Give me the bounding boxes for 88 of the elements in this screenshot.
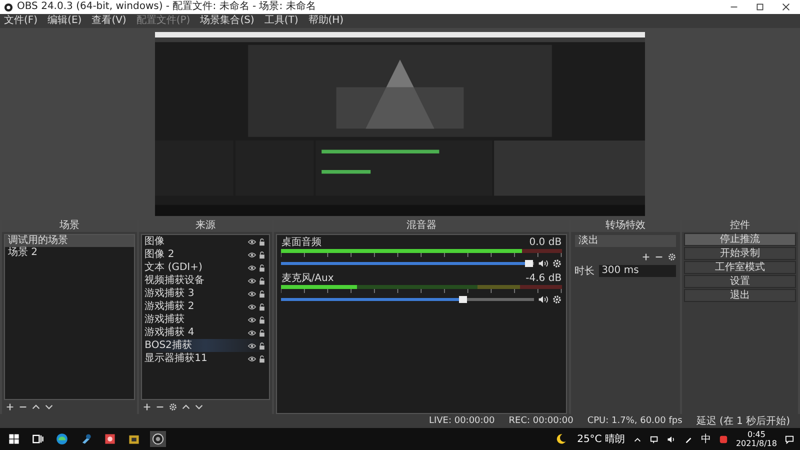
control-button[interactable]: 退出 [684,289,796,302]
duration-field[interactable]: 300 ms [598,265,676,277]
channel-name: 麦克风/Aux [281,273,334,285]
source-item[interactable]: 文本 (GDI+) [144,262,246,274]
lock-icon[interactable] [258,250,266,258]
pen-icon[interactable] [684,434,693,444]
live-timer: LIVE: 00:00:00 [428,416,495,426]
lock-icon[interactable] [258,264,266,272]
source-item[interactable]: 游戏捕获 2 [144,300,246,312]
lock-icon[interactable] [258,354,266,362]
eye-icon[interactable] [248,302,256,310]
move-up-icon[interactable] [32,403,40,411]
speaker-icon[interactable] [538,294,548,304]
channel-name: 桌面音频 [281,237,322,249]
rec-timer: REC: 00:00:00 [508,416,574,426]
settings-icon[interactable] [668,253,676,261]
menu-item[interactable]: 文件(F) [4,15,38,27]
dock-title: 转场特效 [570,220,680,232]
lock-icon[interactable] [258,302,266,310]
volume-slider[interactable] [281,262,534,264]
eye-icon[interactable] [248,354,256,362]
lock-icon[interactable] [258,238,266,246]
menu-item[interactable]: 编辑(E) [48,15,82,27]
control-button[interactable]: 工作室模式 [684,261,796,274]
dock-title: 控件 [682,220,798,232]
settings-icon[interactable] [168,403,177,411]
menu-item[interactable]: 查看(V) [92,15,126,27]
lock-icon[interactable] [258,276,266,284]
eye-icon[interactable] [248,328,256,336]
source-item[interactable]: 游戏捕获 [144,314,246,326]
menu-item[interactable]: 帮助(H) [308,15,344,27]
weather-text: 25°C 晴朗 [577,432,625,446]
browser-icon[interactable] [54,431,70,447]
volume-reading: -4.6 dB [526,273,562,285]
close-icon[interactable] [782,3,790,11]
source-item[interactable]: 图像 [144,236,246,248]
control-button[interactable]: 开始录制 [684,247,796,260]
move-up-icon[interactable] [182,403,190,411]
eye-icon[interactable] [248,316,256,324]
source-item[interactable]: 游戏捕获 3 [144,288,246,300]
dock-title: 场景 [2,220,137,232]
eye-icon[interactable] [248,290,256,298]
input-method[interactable]: 中 [700,432,711,446]
source-item[interactable]: 图像 2 [144,248,246,260]
source-item[interactable]: 视频捕获设备 [144,274,246,286]
transition-dropdown[interactable]: 淡出 [574,235,676,247]
settings-icon[interactable] [552,258,562,268]
delay-status: 延迟 (在 1 秒后开始) [696,414,790,428]
window-title: OBS 24.0.3 (64-bit, windows) - 配置文件: 未命名 - 场景: 未命名 [17,1,316,13]
settings-icon[interactable] [552,294,562,304]
maximize-icon[interactable] [756,3,764,11]
eye-icon[interactable] [248,342,256,350]
add-icon[interactable] [6,403,14,411]
menu-item[interactable]: 工具(T) [264,15,298,27]
add-icon[interactable] [142,403,151,411]
lock-icon[interactable] [258,316,266,324]
speaker-icon[interactable] [666,434,676,444]
volume-slider[interactable] [281,298,534,300]
dock-title: 混音器 [274,220,569,232]
app-icon[interactable] [102,431,118,447]
lock-icon[interactable] [258,328,266,336]
eye-icon[interactable] [248,276,256,284]
scene-item[interactable]: 调试用的场景 [5,235,134,247]
app-logo-icon [4,2,13,12]
lock-icon[interactable] [258,342,266,350]
lock-icon[interactable] [258,290,266,298]
eye-icon[interactable] [248,264,256,272]
source-item[interactable]: 显示器捕获11 [144,352,246,364]
control-button[interactable]: 设置 [684,275,796,288]
speaker-icon[interactable] [538,258,548,268]
cpu-usage: CPU: 1.7%, 60.00 fps [587,416,682,426]
clock[interactable]: 0:45 2021/8/18 [736,430,777,448]
scene-item[interactable]: 场景 2 [5,247,134,259]
move-down-icon[interactable] [194,403,203,411]
duration-label: 时长 [574,264,595,278]
dock-title: 来源 [138,220,272,232]
start-icon[interactable] [6,431,22,447]
eye-icon[interactable] [248,238,256,246]
add-icon[interactable] [642,253,650,261]
source-item[interactable]: 游戏捕获 4 [144,326,246,338]
menu-item[interactable]: 场景集合(S) [200,15,254,27]
volume-reading: 0.0 dB [529,237,562,249]
control-button[interactable]: 停止推流 [684,233,796,246]
network-icon[interactable] [650,434,659,444]
move-down-icon[interactable] [45,403,53,411]
notification-icon[interactable] [785,434,794,444]
eye-icon[interactable] [248,250,256,258]
obs-icon[interactable] [150,431,166,447]
